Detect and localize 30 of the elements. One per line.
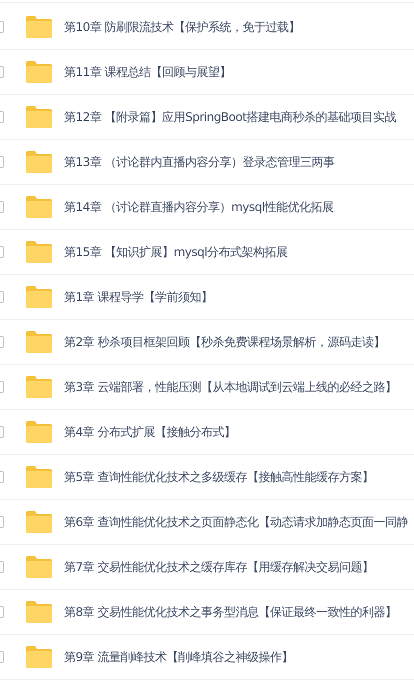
- folder-icon: [25, 511, 52, 533]
- folder-icon: [25, 331, 52, 353]
- folder-icon: [25, 286, 52, 308]
- folder-name[interactable]: 第12章 【附录篇】应用SpringBoot搭建电商秒杀的基础项目实战: [64, 108, 396, 126]
- folder-icon: [25, 466, 52, 488]
- folder-name[interactable]: 第5章 查询性能优化技术之多级缓存【接触高性能缓存方案】: [64, 468, 374, 486]
- folder-icon: [25, 421, 52, 443]
- folder-name[interactable]: 第15章 【知识扩展】mysql分布式架构拓展: [64, 243, 288, 261]
- folder-icon: [25, 556, 52, 578]
- folder-icon: [25, 16, 52, 38]
- folder-name[interactable]: 第3章 云端部署，性能压测【从本地调试到云端上线的必经之路】: [64, 378, 396, 396]
- folder-name[interactable]: 第7章 交易性能优化技术之缓存库存【用缓存解决交易问题】: [64, 558, 374, 576]
- folder-name[interactable]: 第13章 （讨论群内直播内容分享）登录态管理三两事: [64, 153, 335, 171]
- folder-name[interactable]: 第10章 防刷限流技术【保护系统，免于过载】: [64, 18, 300, 36]
- folder-icon: [25, 106, 52, 128]
- folder-name[interactable]: 第14章 （讨论群直播内容分享）mysql性能优化拓展: [64, 198, 334, 216]
- folder-name[interactable]: 第11章 课程总结【回顾与展望】: [64, 63, 232, 81]
- folder-name[interactable]: 第9章 流量削峰技术【削峰填谷之神级操作】: [64, 648, 293, 666]
- folder-icon: [25, 241, 52, 263]
- folder-name[interactable]: 第8章 交易性能优化技术之事务型消息【保证最终一致性的利器】: [64, 603, 396, 621]
- folder-name[interactable]: 第6章 查询性能优化技术之页面静态化【动态请求加静态页面一同静: [64, 513, 408, 531]
- folder-name[interactable]: 第2章 秒杀项目框架回顾【秒杀免费课程场景解析，源码走读】: [64, 333, 385, 351]
- folder-icon: [25, 646, 52, 668]
- folder-name[interactable]: 第1章 课程导学【学前须知】: [64, 288, 212, 306]
- folder-icon: [25, 196, 52, 218]
- folder-icon: [25, 151, 52, 173]
- folder-name[interactable]: 第4章 分布式扩展【接触分布式】: [64, 423, 236, 441]
- folder-icon: [25, 61, 52, 83]
- folder-icon: [25, 376, 52, 398]
- folder-icon: [25, 601, 52, 623]
